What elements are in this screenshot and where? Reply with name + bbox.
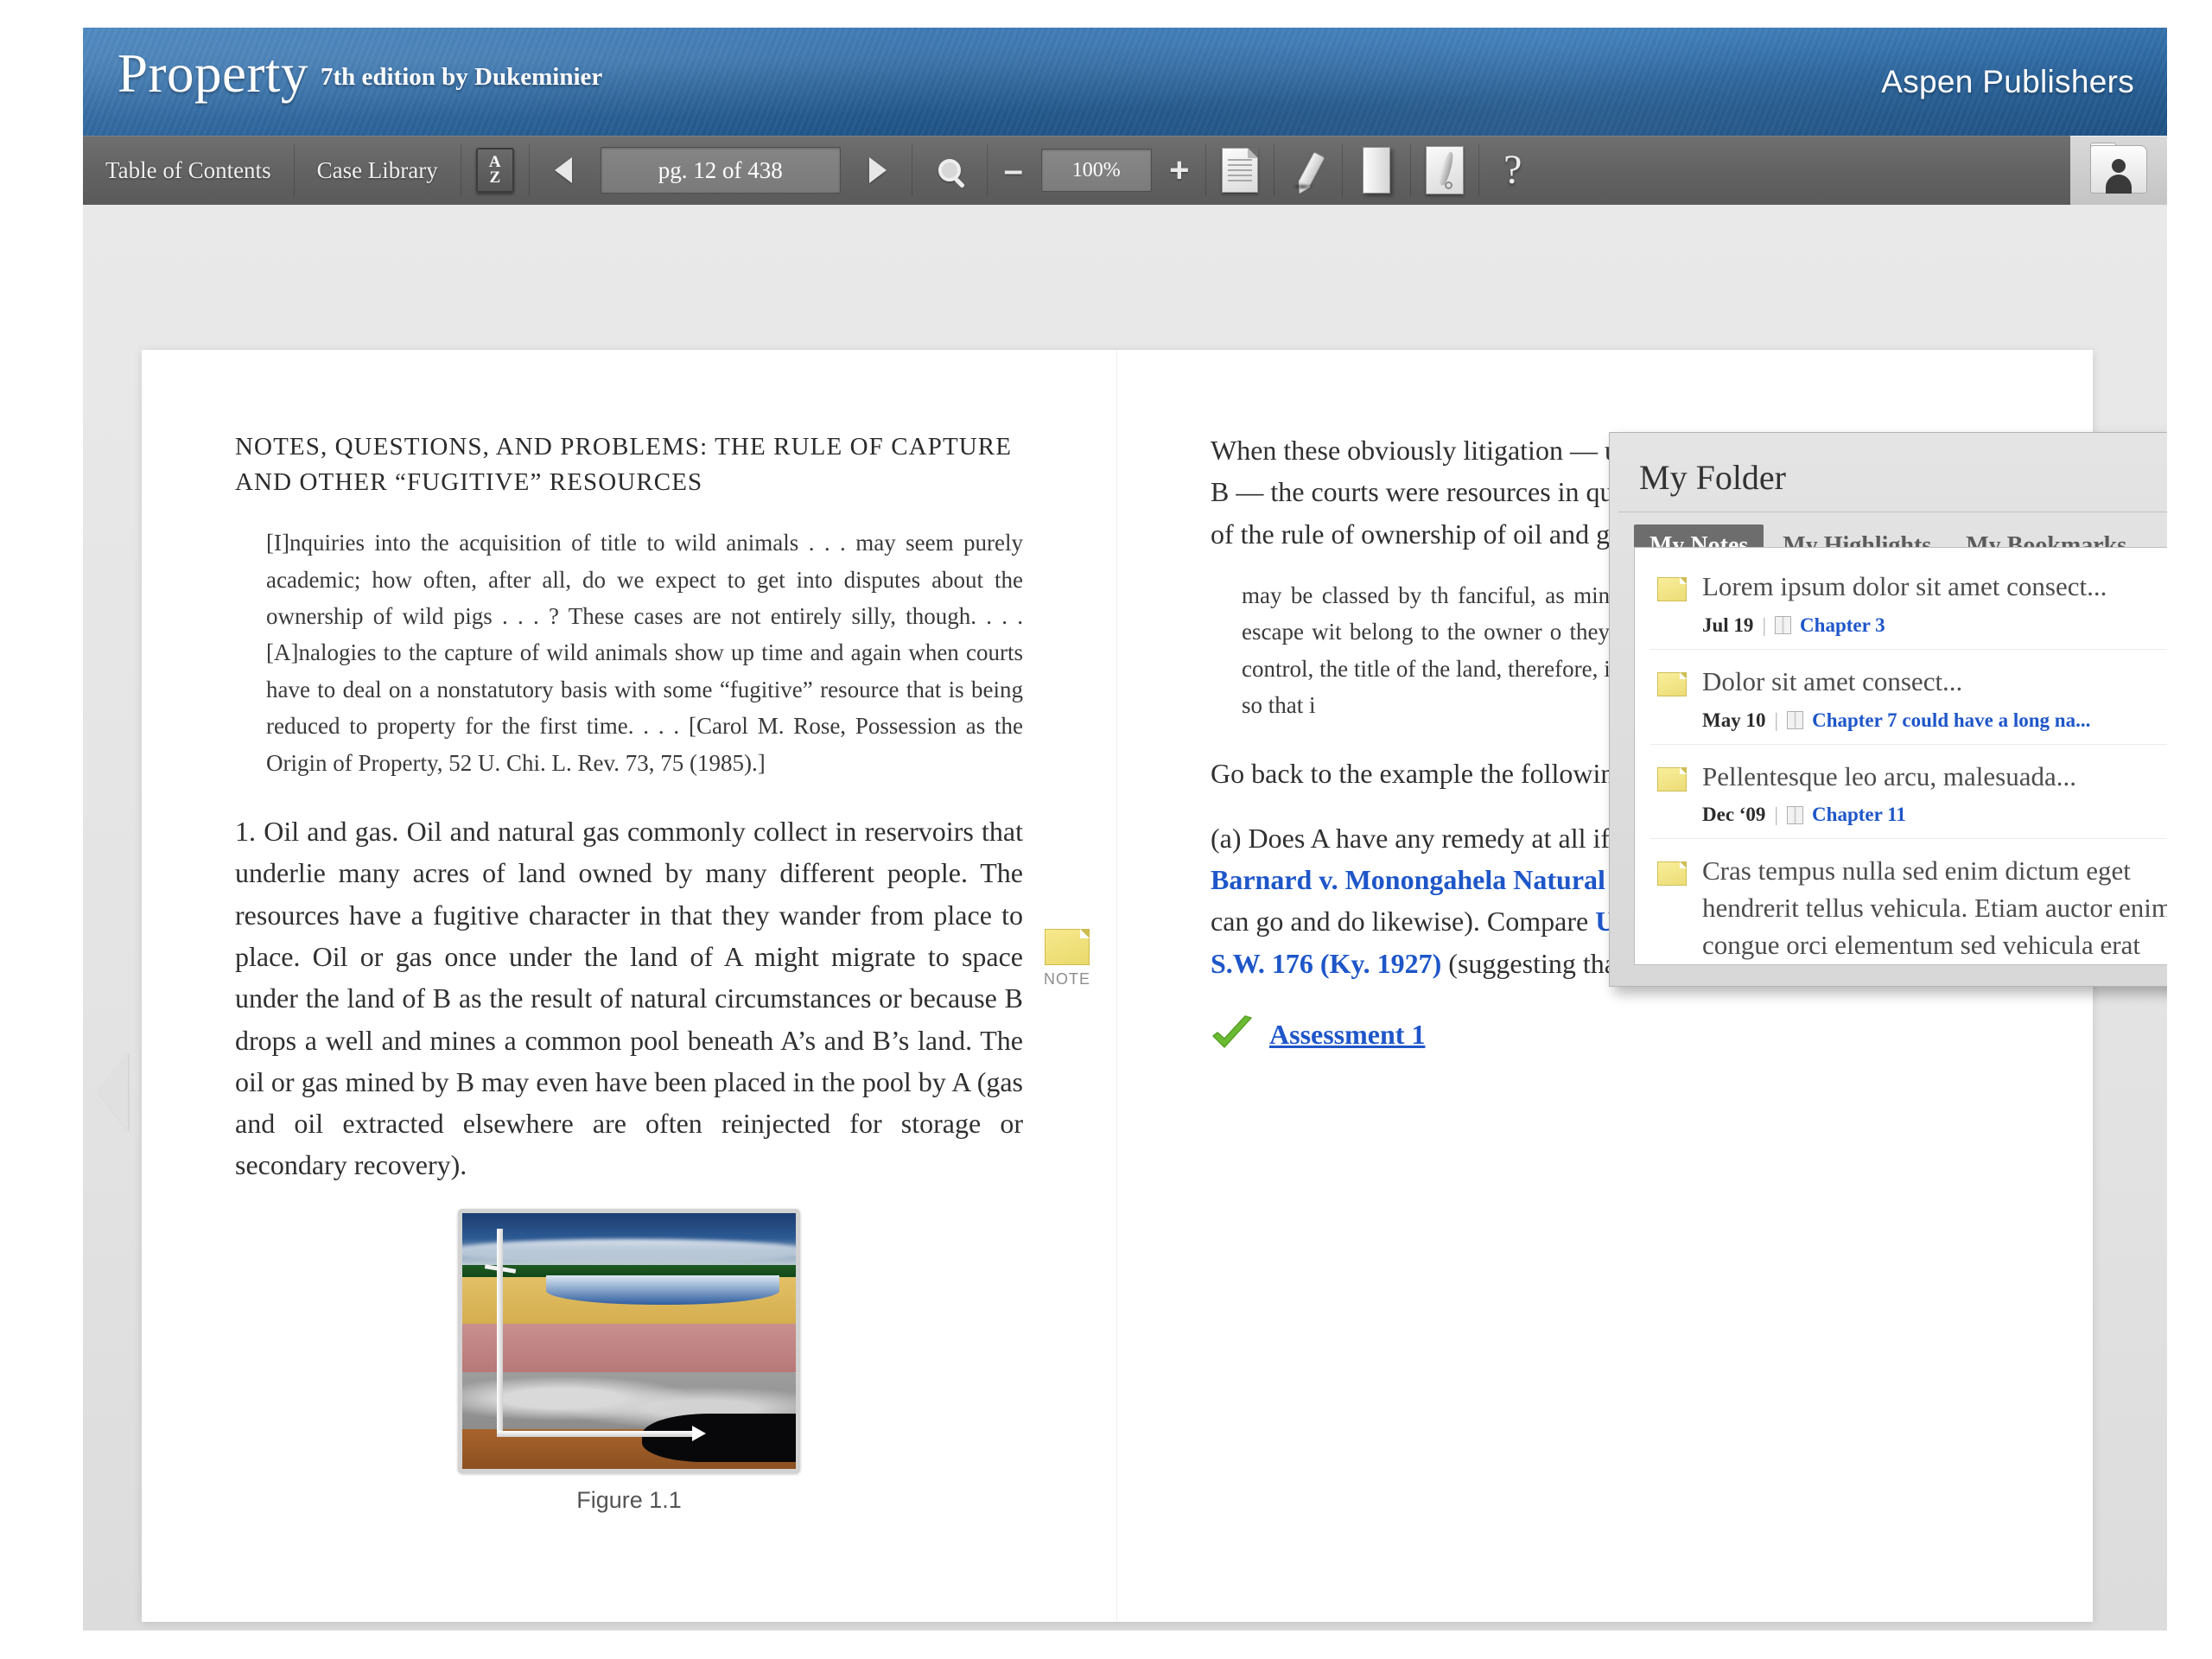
note-meta: May 10 | Chapter 7 could have a long na.… bbox=[1702, 709, 2167, 732]
ebook-reader: Property 7th edition by Dukeminier Aspen … bbox=[83, 28, 2167, 1630]
title-bar: Property 7th edition by Dukeminier Aspen … bbox=[83, 28, 2167, 136]
arrow-right-icon bbox=[868, 157, 887, 183]
quill-icon bbox=[1425, 146, 1464, 194]
zoom-out-button[interactable]: – bbox=[988, 136, 1039, 205]
section-heading: NOTES, QUESTIONS, AND PROBLEMS: THE RULE… bbox=[235, 433, 1013, 497]
note-date: Dec ‘09 bbox=[1702, 804, 1766, 826]
my-folder-panel: My Folder My Notes My Highlights My Book… bbox=[1609, 432, 2167, 987]
page-turn-previous[interactable] bbox=[97, 1052, 128, 1131]
list-item[interactable]: Dolor sit amet consect... May 10 | Chapt… bbox=[1650, 650, 2167, 745]
assessment-link[interactable]: Assessment 1 bbox=[1269, 1019, 1425, 1051]
note-meta-separator: | bbox=[1762, 613, 1767, 636]
user-avatar-icon bbox=[2104, 157, 2133, 194]
note-content: Cras tempus nulla sed enim dictum eget h… bbox=[1702, 853, 2167, 964]
left-paragraph-1: 1. Oil and gas. Oil and natural gas comm… bbox=[235, 815, 1023, 1181]
note-icon bbox=[1657, 577, 1687, 601]
zoom-level-input[interactable]: 100% bbox=[1040, 149, 1152, 192]
note-icon bbox=[1657, 861, 1687, 887]
book-subtitle-text: 7th edition by Dukeminier bbox=[320, 63, 603, 91]
reader-body: NOTES, QUESTIONS, AND PROBLEMS: THE RULE… bbox=[83, 205, 2167, 1630]
figure-cloud-layer bbox=[462, 1238, 796, 1263]
publisher-label: Aspen Publishers bbox=[1881, 64, 2134, 99]
note-chapter-link[interactable]: Chapter 11 bbox=[1812, 804, 1906, 826]
book-icon bbox=[1787, 711, 1804, 730]
pencil-icon bbox=[1287, 147, 1330, 194]
figure-block: Figure 1.1 bbox=[458, 1208, 800, 1514]
note-meta-separator: | bbox=[1774, 709, 1779, 731]
table-of-contents-button[interactable]: Table of Contents bbox=[83, 136, 294, 205]
next-page-button[interactable] bbox=[844, 136, 912, 205]
note-content: Lorem ipsum dolor sit amet consect... Ju… bbox=[1702, 569, 2167, 637]
page-title: Property 7th edition by Dukeminier bbox=[118, 47, 602, 101]
bookmark-tool-button[interactable] bbox=[1343, 136, 1410, 205]
az-index-button[interactable]: A Z bbox=[461, 136, 529, 205]
note-icon bbox=[1657, 766, 1687, 791]
app-root: Property 7th edition by Dukeminier Aspen … bbox=[0, 0, 2212, 1659]
note-content: Dolor sit amet consect... May 10 | Chapt… bbox=[1702, 664, 2167, 732]
note-text: Pellentesque leo arcu, malesuada... bbox=[1702, 760, 2076, 791]
figure-horizontal-pipe bbox=[497, 1430, 697, 1437]
note-icon bbox=[1657, 671, 1687, 696]
reader-toolbar: Table of Contents Case Library A Z pg. 1… bbox=[83, 136, 2167, 205]
note-text: Dolor sit amet consect... bbox=[1702, 665, 1963, 696]
note-date: Jul 19 bbox=[1702, 613, 1754, 636]
annotate-tool-button[interactable] bbox=[1411, 136, 1478, 205]
figure-vertical-pipe bbox=[497, 1264, 503, 1436]
inline-note-marker[interactable]: NOTE bbox=[1037, 929, 1097, 988]
my-folder-title: My Folder bbox=[1618, 442, 2167, 512]
folder-user-icon bbox=[2090, 143, 2147, 195]
notes-scroll-area: Lorem ipsum dolor sit amet consect... Ju… bbox=[1635, 548, 2167, 964]
figure-water-layer bbox=[545, 1274, 779, 1305]
search-icon bbox=[938, 159, 961, 181]
note-meta-separator: | bbox=[1774, 804, 1779, 826]
page-left: NOTES, QUESTIONS, AND PROBLEMS: THE RULE… bbox=[142, 350, 1117, 1622]
plus-icon: + bbox=[1169, 151, 1190, 189]
notes-tool-button[interactable] bbox=[1206, 136, 1274, 205]
check-mark-icon bbox=[1212, 1015, 1252, 1048]
zoom-in-button[interactable]: + bbox=[1154, 136, 1205, 205]
my-folder-button[interactable] bbox=[2070, 136, 2167, 205]
figure-caption: Figure 1.1 bbox=[576, 1486, 682, 1513]
highlight-tool-button[interactable] bbox=[1274, 136, 1342, 205]
note-chapter-link[interactable]: Chapter 7 could have a long na... bbox=[1812, 709, 2090, 732]
sticky-note-icon bbox=[1045, 929, 1090, 965]
note-text: Cras tempus nulla sed enim dictum eget h… bbox=[1702, 855, 2167, 960]
arrow-left-icon bbox=[554, 157, 572, 183]
a-z-icon: A Z bbox=[475, 148, 514, 193]
figure-image bbox=[458, 1208, 800, 1473]
case-library-button[interactable]: Case Library bbox=[295, 136, 461, 205]
notes-list: Lorem ipsum dolor sit amet consect... Ju… bbox=[1634, 547, 2167, 965]
page-indicator-input[interactable]: pg. 12 of 438 bbox=[600, 147, 841, 194]
list-item[interactable]: Pellentesque leo arcu, malesuada... Dec … bbox=[1650, 745, 2167, 840]
previous-page-button[interactable] bbox=[530, 136, 597, 205]
figure-pipe-arrow-icon bbox=[692, 1425, 706, 1441]
note-content: Pellentesque leo arcu, malesuada... Dec … bbox=[1702, 759, 2167, 827]
bookmark-icon bbox=[1362, 147, 1390, 194]
assessment-link-row[interactable]: Assessment 1 bbox=[1211, 1015, 1999, 1053]
note-date: May 10 bbox=[1702, 709, 1766, 731]
note-text: Lorem ipsum dolor sit amet consect... bbox=[1702, 571, 2107, 601]
book-icon bbox=[1775, 616, 1792, 635]
book-icon bbox=[1787, 805, 1804, 824]
note-chapter-link[interactable]: Chapter 3 bbox=[1800, 614, 1885, 637]
inline-note-label: NOTE bbox=[1043, 970, 1090, 988]
figure-oil-reservoir bbox=[642, 1413, 796, 1462]
minus-icon: – bbox=[1003, 151, 1023, 189]
list-item[interactable]: Lorem ipsum dolor sit amet consect... Ju… bbox=[1650, 555, 2167, 650]
left-blockquote: [I]nquiries into the acquisition of titl… bbox=[266, 530, 1023, 776]
my-folder-inner: My Folder My Notes My Highlights My Book… bbox=[1618, 442, 2167, 977]
question-mark-icon: ? bbox=[1503, 147, 1522, 193]
az-icon-bottom-letter: Z bbox=[489, 168, 501, 187]
note-meta: Dec ‘09 | Chapter 11 bbox=[1702, 804, 2167, 826]
help-button[interactable]: ? bbox=[1479, 136, 1547, 205]
note-meta: Jul 19 | Chapter 3 bbox=[1702, 614, 2167, 637]
book-title-text: Property bbox=[118, 43, 308, 104]
search-button[interactable] bbox=[912, 136, 987, 205]
list-item[interactable]: Cras tempus nulla sed enim dictum eget h… bbox=[1650, 839, 2167, 964]
document-icon bbox=[1221, 148, 1258, 193]
figure-red-rock-layer bbox=[462, 1323, 796, 1372]
